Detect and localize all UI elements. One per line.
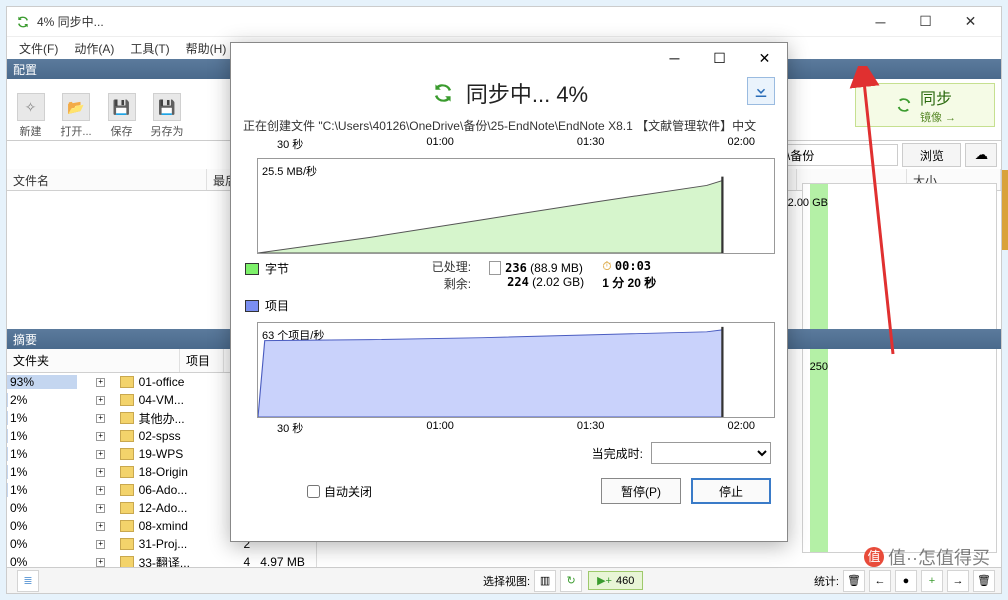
current-file-line: 正在创建文件 "C:\Users\40126\OneDrive\备份\25-En… [231,117,787,134]
app-icon [15,14,31,30]
dialog-buttons: 自动关闭 暂停(P) 停止 [231,470,787,512]
col-filename[interactable]: 文件名 [7,169,207,190]
sb-stat5[interactable]: → [947,570,969,592]
statusbar: ≣ 选择视图: ▥ ↻ ▶+460 统计: 🗑 ← ● + → 🗑 [7,567,1001,593]
close-button[interactable]: ✕ [948,7,993,37]
new-icon: ✧ [17,93,45,121]
dialog-minimize[interactable]: ─ [652,43,697,73]
views-badge[interactable]: ▶+460 [588,571,643,590]
download-icon [752,82,770,100]
browse-right-button[interactable]: 浏览 [902,143,961,167]
right-progress-pane [802,183,997,553]
chart1-top-ticks: 30 秒01:0001:3002:00 [257,134,775,152]
right-edge-strip [1002,170,1008,250]
speed-chart: 25.5 MB/秒 2.00 GB [257,158,775,254]
legend-bytes-swatch [245,263,259,275]
chart2-bottom-ticks: 30 秒01:0001:3002:00 [257,418,775,436]
stop-button[interactable]: 停止 [691,478,771,504]
sb-stat2[interactable]: ← [869,570,891,592]
open-icon: 📂 [62,93,90,121]
save-button[interactable]: 💾保存 [104,83,139,139]
sb-stat1[interactable]: 🗑 [843,570,865,592]
menu-action[interactable]: 动作(A) [66,38,122,59]
when-done-row: 当完成时: [231,436,787,470]
clock-icon: ⏱ [602,259,611,273]
sb-stat4[interactable]: + [921,570,943,592]
table-row[interactable]: 0%+33-翻译...44.97 MB [7,553,316,567]
stats-block: 已处理: 剩余: 236 (88.9 MB) 224 (2.02 GB) ⏱ 0… [301,258,787,292]
sb-list-icon[interactable]: ≣ [17,570,39,592]
maximize-button[interactable]: ☐ [903,7,948,37]
menu-help[interactable]: 帮助(H) [178,38,235,59]
menu-tools[interactable]: 工具(T) [122,38,177,59]
sb-view2[interactable]: ↻ [560,570,582,592]
sync-button[interactable]: 同步 镜像 → [855,83,995,127]
save-icon: 💾 [108,93,136,121]
sync-icon [894,95,914,115]
dialog-maximize[interactable]: ☐ [697,43,742,73]
dialog-header: 同步中... 4% [231,73,787,117]
new-button[interactable]: ✧新建 [13,83,48,139]
saveas-icon: 💾 [153,93,181,121]
dialog-close[interactable]: ✕ [742,43,787,73]
minimize-button[interactable]: ─ [858,7,903,37]
watermark: 值 值··怎值得买 [864,544,990,570]
sync-icon [430,80,456,106]
file-icon [489,261,501,275]
items-chart: 63 个项目/秒 250 [257,322,775,418]
cloud-right-button[interactable]: ☁ [965,143,997,167]
dialog-titlebar: ─ ☐ ✕ [231,43,787,73]
sb-stat3[interactable]: ● [895,570,917,592]
sb-view1[interactable]: ▥ [534,570,556,592]
when-done-select[interactable] [651,442,771,464]
auto-close-checkbox[interactable]: 自动关闭 [307,483,372,500]
download-button[interactable] [747,77,775,105]
stats-label: 统计: [814,573,839,589]
legend-items-swatch [245,300,259,312]
sync-dialog: ─ ☐ ✕ 同步中... 4% 正在创建文件 "C:\Users\40126\O… [230,42,788,542]
col-items[interactable]: 项目 [180,349,224,372]
titlebar: 4% 同步中... ─ ☐ ✕ [7,7,1001,37]
col-folder[interactable]: 文件夹 [7,349,180,372]
select-view-label: 选择视图: [483,573,530,589]
window-title: 4% 同步中... [37,13,858,30]
sb-stat6[interactable]: 🗑 [973,570,995,592]
pause-button[interactable]: 暂停(P) [601,478,681,504]
open-button[interactable]: 📂打开... [52,83,100,139]
menu-file[interactable]: 文件(F) [11,38,66,59]
saveas-button[interactable]: 💾另存为 [143,83,191,139]
